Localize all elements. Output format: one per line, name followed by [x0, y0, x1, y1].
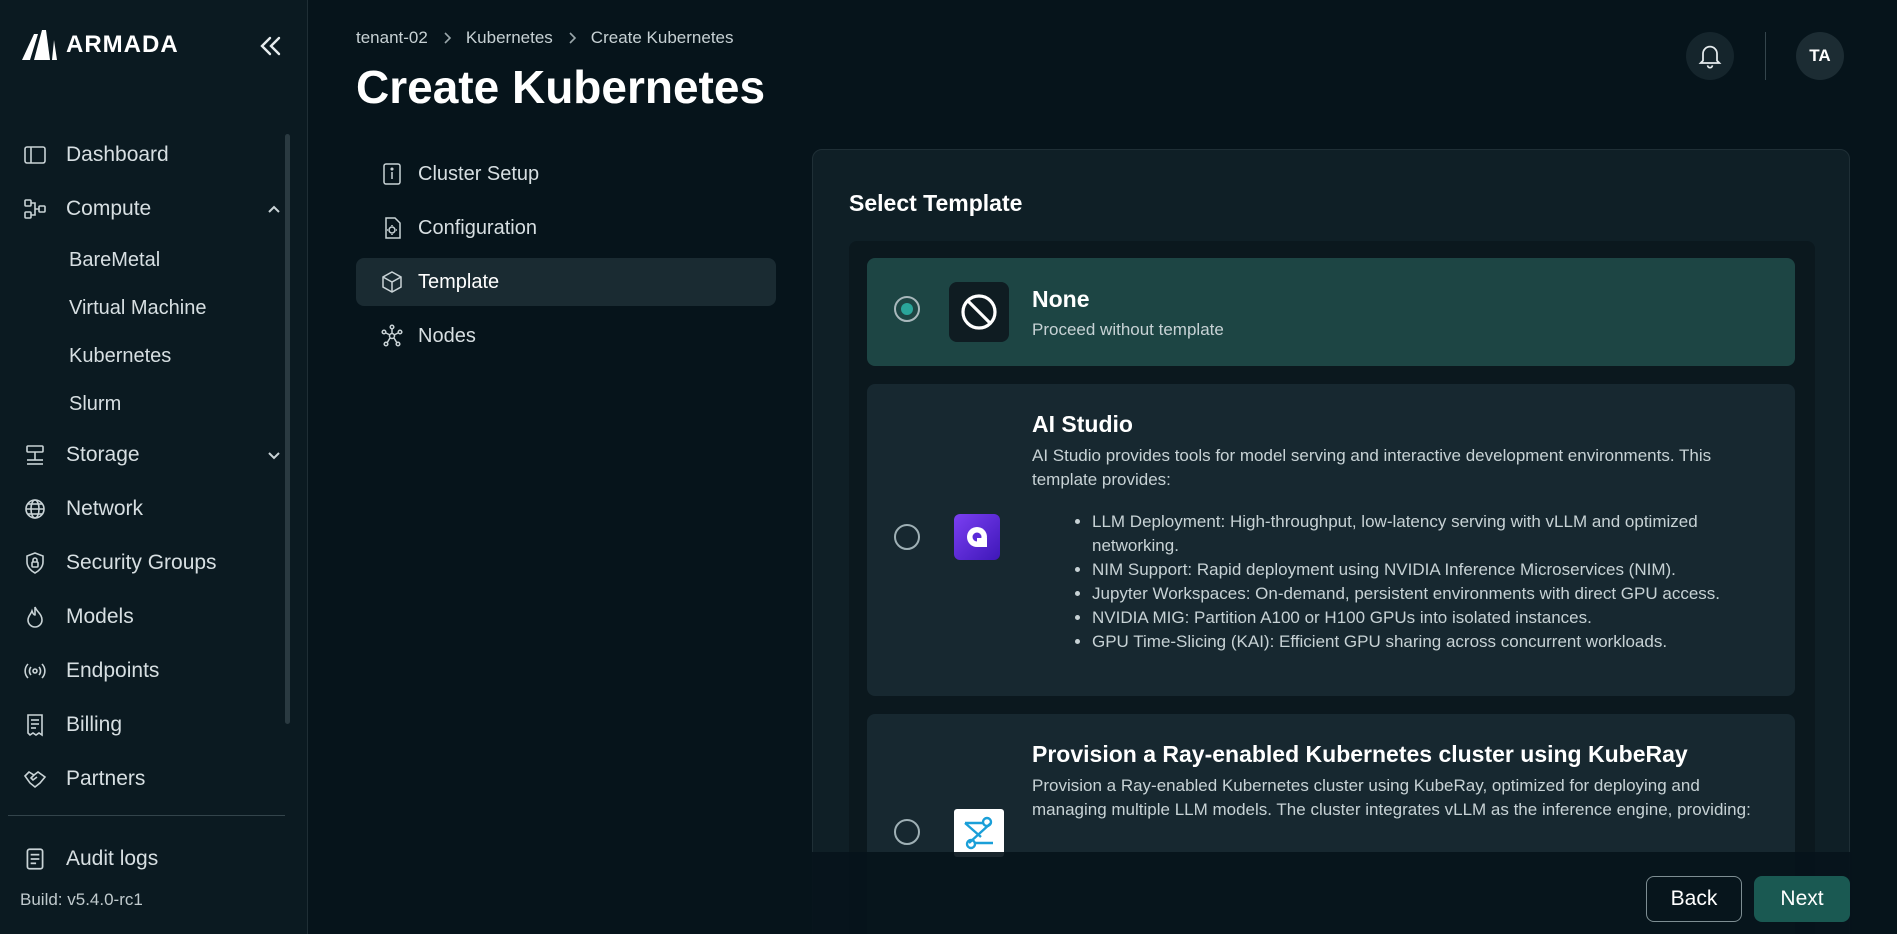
list-item: LLM Deployment: High-throughput, low-lat… — [1092, 510, 1772, 558]
nodes-icon — [381, 324, 403, 347]
list-item: NIM Support: Rapid deployment using NVID… — [1092, 558, 1772, 582]
step-nodes[interactable]: Nodes — [356, 312, 776, 360]
storage-icon — [22, 442, 48, 468]
sidebar-item-label: Compute — [66, 197, 152, 220]
page-title: Create Kubernetes — [356, 61, 766, 113]
dashboard-icon — [22, 142, 48, 168]
notifications-button[interactable] — [1686, 32, 1734, 80]
chevron-right-icon — [444, 32, 451, 44]
kuberay-logo-icon — [954, 809, 1004, 857]
step-label: Cluster Setup — [418, 162, 540, 185]
template-name: None — [1032, 286, 1090, 312]
breadcrumb: tenant-02 Kubernetes Create Kubernetes — [356, 28, 734, 48]
header-divider — [1765, 32, 1766, 80]
template-features: LLM Deployment: High-throughput, low-lat… — [1092, 510, 1772, 654]
receipt-icon — [22, 712, 48, 738]
brand-logo[interactable]: ARMADA — [20, 28, 179, 62]
step-label: Configuration — [418, 216, 537, 239]
cube-icon — [382, 271, 402, 293]
step-configuration[interactable]: Configuration — [356, 204, 776, 252]
sidebar-item-label: Partners — [66, 767, 146, 790]
sidebar-nav: Dashboard Compute BareMetal Virtual Mach… — [22, 128, 284, 806]
template-option-none[interactable]: None Proceed without template — [867, 258, 1795, 366]
breadcrumb-tenant[interactable]: tenant-02 — [356, 28, 428, 48]
sidebar-subitem-baremetal[interactable]: BareMetal — [22, 236, 284, 284]
section-title: Select Template — [849, 190, 1023, 216]
prohibited-icon — [949, 282, 1009, 342]
breadcrumb-kubernetes[interactable]: Kubernetes — [466, 28, 553, 48]
sidebar-subitem-kubernetes[interactable]: Kubernetes — [22, 332, 284, 380]
step-label: Nodes — [418, 324, 476, 347]
list-item: Jupyter Workspaces: On-demand, persisten… — [1092, 582, 1772, 606]
sidebar-item-security-groups[interactable]: Security Groups — [22, 536, 284, 590]
sidebar-subitem-virtual-machine[interactable]: Virtual Machine — [22, 284, 284, 332]
wizard-steps: Cluster Setup Configuration Template Nod… — [356, 150, 776, 366]
template-desc: AI Studio provides tools for model servi… — [1032, 446, 1712, 489]
template-card: Select Template None Proceed without tem… — [812, 149, 1850, 934]
sidebar-item-label: Network — [66, 497, 144, 520]
brand-name: ARMADA — [66, 31, 179, 58]
sidebar-item-endpoints[interactable]: Endpoints — [22, 644, 284, 698]
sidebar-scrollbar[interactable] — [285, 134, 290, 724]
ai-studio-logo-icon — [954, 514, 1000, 560]
sidebar-item-label: Models — [66, 605, 134, 628]
sidebar-item-billing[interactable]: Billing — [22, 698, 284, 752]
radio-kuberay[interactable] — [894, 819, 920, 845]
sidebar-divider — [8, 815, 285, 816]
sidebar-item-label: Billing — [66, 713, 123, 736]
breadcrumb-current: Create Kubernetes — [590, 28, 734, 47]
clipboard-icon — [26, 848, 44, 870]
sidebar-item-storage[interactable]: Storage — [22, 428, 284, 482]
config-doc-icon — [385, 217, 401, 239]
sidebar: ARMADA Dashboard Compute BareMetal Virtu… — [0, 0, 308, 934]
step-label: Template — [418, 270, 500, 293]
sidebar-item-label: Audit logs — [66, 847, 159, 870]
collapse-sidebar-icon[interactable] — [254, 30, 286, 62]
chevron-down-icon[interactable] — [264, 445, 284, 465]
info-doc-icon — [383, 163, 401, 185]
chevron-up-icon[interactable] — [264, 199, 284, 219]
chevron-right-icon — [569, 32, 576, 44]
build-version: Build: v5.4.0-rc1 — [20, 890, 143, 909]
handshake-icon — [22, 766, 48, 792]
flame-icon — [22, 604, 48, 630]
sidebar-item-label: Storage — [66, 443, 140, 466]
template-desc: Proceed without template — [1032, 320, 1224, 339]
sidebar-subitem-slurm[interactable]: Slurm — [22, 380, 284, 428]
list-item: GPU Time-Slicing (KAI): Efficient GPU sh… — [1092, 630, 1772, 654]
broadcast-icon — [22, 658, 48, 684]
sidebar-item-label: Security Groups — [66, 551, 217, 574]
radio-none[interactable] — [894, 296, 920, 322]
sidebar-item-partners[interactable]: Partners — [22, 752, 284, 806]
shield-icon — [22, 550, 48, 576]
next-button[interactable]: Next — [1754, 876, 1850, 922]
template-desc: Provision a Ray-enabled Kubernetes clust… — [1032, 776, 1751, 819]
back-button[interactable]: Back — [1646, 876, 1742, 922]
avatar[interactable]: TA — [1796, 32, 1844, 80]
sidebar-item-audit-logs[interactable]: Audit logs — [22, 846, 158, 872]
sidebar-item-network[interactable]: Network — [22, 482, 284, 536]
template-name: AI Studio — [1032, 411, 1133, 437]
step-template[interactable]: Template — [356, 258, 776, 306]
radio-ai-studio[interactable] — [894, 524, 920, 550]
armada-logo-icon — [22, 30, 57, 60]
step-cluster-setup[interactable]: Cluster Setup — [356, 150, 776, 198]
template-option-ai-studio[interactable]: AI Studio AI Studio provides tools for m… — [867, 384, 1795, 696]
sidebar-item-compute[interactable]: Compute — [22, 182, 284, 236]
compute-icon — [22, 196, 48, 222]
sidebar-item-label: Endpoints — [66, 659, 160, 682]
bell-icon — [1698, 45, 1722, 69]
sidebar-item-models[interactable]: Models — [22, 590, 284, 644]
sidebar-item-dashboard[interactable]: Dashboard — [22, 128, 284, 182]
template-name: Provision a Ray-enabled Kubernetes clust… — [1032, 741, 1688, 767]
list-item: NVIDIA MIG: Partition A100 or H100 GPUs … — [1092, 606, 1772, 630]
globe-icon — [22, 496, 48, 522]
template-list: None Proceed without template AI Studio … — [849, 241, 1815, 934]
sidebar-item-label: Dashboard — [66, 143, 169, 166]
